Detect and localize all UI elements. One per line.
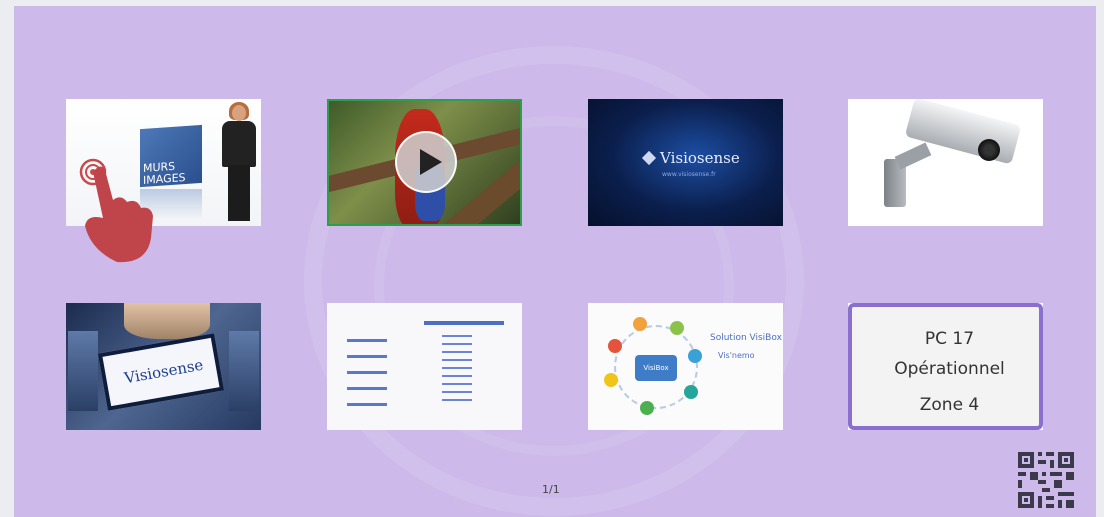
play-icon[interactable] (395, 131, 457, 193)
camera-lens (978, 139, 1000, 161)
tile-visiosense-screen[interactable]: Visiosense (66, 303, 261, 430)
slide-bullet (347, 339, 387, 342)
slide-bullet (347, 355, 387, 358)
card-line-2: Opérationnel (894, 359, 1005, 379)
panel-brand: Visiosense (122, 355, 205, 388)
slide-line (442, 335, 472, 337)
hand-pointer-icon (79, 158, 153, 263)
slide-bullet (347, 403, 387, 406)
node-icon (640, 401, 654, 415)
slide-line (442, 351, 472, 353)
tile-pc17-card[interactable]: PC 17 Opérationnel Zone 4 (848, 303, 1043, 430)
pc17-card: PC 17 Opérationnel Zone 4 (848, 303, 1043, 430)
slide-line (442, 383, 472, 385)
visiosense-logo: Visiosense (641, 149, 740, 167)
side-screen-left (68, 331, 98, 411)
presenter-face (124, 303, 210, 339)
presenter-head (232, 105, 246, 121)
qr-code-icon[interactable] (1018, 452, 1074, 508)
slide-line (442, 375, 472, 377)
card-line-1: PC 17 (924, 329, 975, 349)
slide-line (442, 343, 472, 345)
camera-arm (894, 142, 932, 170)
slide-bullet (347, 387, 387, 390)
node-icon (670, 321, 684, 335)
node-icon (688, 349, 702, 363)
node-icon (608, 339, 622, 353)
tile-visiosense-logo[interactable]: Visiosense www.visiosense.fr (588, 99, 783, 226)
diamond-icon (641, 150, 657, 166)
page-indicator: 1/1 (542, 483, 560, 496)
side-screen-right (229, 331, 259, 411)
presenter-body (222, 121, 256, 167)
brand-name: Visiosense (660, 149, 740, 167)
tile-security-camera[interactable] (848, 99, 1043, 226)
slide-line (442, 367, 472, 369)
visibox-center: VisiBox (635, 355, 677, 381)
slide-bullet (347, 371, 387, 374)
screen-panel: Visiosense (97, 333, 225, 411)
presenter-legs (228, 165, 250, 221)
slide-line (442, 391, 472, 393)
diagram-title: Solution VisiBox (710, 333, 782, 343)
slide-line (442, 399, 472, 401)
tile-parrot-video[interactable] (327, 99, 522, 226)
slide-line (442, 359, 472, 361)
node-icon (604, 373, 618, 387)
main-screen: MURS IMAGES Visiosense www.visiosense.fr (14, 6, 1096, 517)
brand-url: www.visiosense.fr (662, 171, 716, 178)
tile-slides-document[interactable] (327, 303, 522, 430)
card-line-3: Zone 4 (919, 395, 980, 415)
node-icon (684, 385, 698, 399)
node-icon (633, 317, 647, 331)
tile-visibox-diagram[interactable]: VisiBox Solution VisiBox Vis'nemo (588, 303, 783, 430)
slide-heading (424, 321, 504, 325)
diagram-subtitle: Vis'nemo (718, 351, 755, 360)
